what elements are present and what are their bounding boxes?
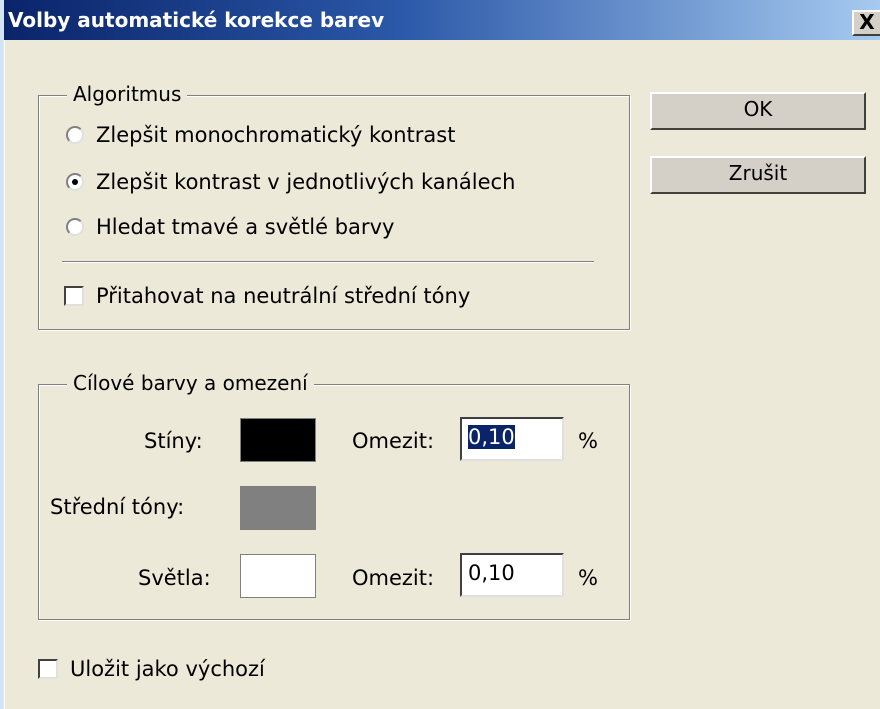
radio-button[interactable]	[66, 218, 84, 236]
highlights-clip-value: 0,10	[468, 561, 515, 585]
radio-monochromatic-contrast[interactable]: Zlepšit monochromatický kontrast	[66, 123, 455, 147]
target-colors-legend: Cílové barvy a omezení	[67, 371, 314, 395]
highlights-unit: %	[578, 566, 598, 590]
highlights-color-swatch[interactable]	[240, 554, 316, 598]
dialog-window: Volby automatické korekce barev X Algori…	[4, 0, 880, 709]
highlights-clip-label: Omezit:	[352, 566, 435, 590]
shadows-label: Stíny:	[144, 429, 203, 453]
ok-button[interactable]: OK	[650, 92, 866, 130]
snap-neutral-checkbox-row[interactable]: Přitahovat na neutrální střední tóny	[64, 284, 470, 308]
midtones-label: Střední tóny:	[50, 495, 185, 519]
save-default-checkbox[interactable]	[38, 659, 58, 679]
radio-button-selected[interactable]	[66, 173, 84, 191]
highlights-label: Světla:	[138, 566, 211, 590]
save-default-checkbox-row[interactable]: Uložit jako výchozí	[38, 657, 265, 681]
close-button[interactable]: X	[852, 10, 880, 36]
shadows-clip-value: 0,10	[468, 425, 515, 449]
shadows-clip-label: Omezit:	[352, 429, 435, 453]
radio-per-channel-contrast[interactable]: Zlepšit kontrast v jednotlivých kanálech	[66, 170, 515, 194]
radio-dark-light-colors[interactable]: Hledat tmavé a světlé barvy	[66, 215, 394, 239]
shadows-unit: %	[578, 429, 598, 453]
snap-neutral-label: Přitahovat na neutrální střední tóny	[96, 284, 471, 308]
radio-button[interactable]	[66, 126, 84, 144]
midtones-color-swatch[interactable]	[240, 486, 316, 530]
highlights-clip-input[interactable]: 0,10	[460, 553, 564, 597]
title-bar[interactable]: Volby automatické korekce barev X	[4, 0, 880, 40]
radio-label: Zlepšit monochromatický kontrast	[96, 123, 456, 147]
cancel-button[interactable]: Zrušit	[650, 156, 866, 194]
group-divider	[62, 261, 594, 263]
save-default-label: Uložit jako výchozí	[70, 657, 265, 681]
snap-neutral-checkbox[interactable]	[64, 286, 84, 306]
radio-label: Hledat tmavé a světlé barvy	[96, 215, 395, 239]
shadows-clip-input[interactable]: 0,10	[460, 417, 564, 461]
shadows-color-swatch[interactable]	[240, 418, 316, 462]
close-icon: X	[859, 10, 875, 34]
radio-label: Zlepšit kontrast v jednotlivých kanálech	[96, 170, 516, 194]
algorithm-legend: Algoritmus	[67, 82, 188, 106]
dialog-title: Volby automatické korekce barev	[8, 8, 385, 32]
